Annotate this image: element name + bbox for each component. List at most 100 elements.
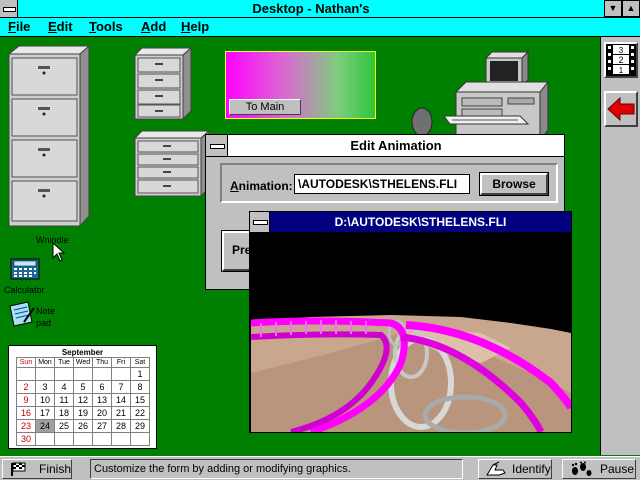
calendar-day[interactable]: 7 (111, 380, 131, 394)
status-message: Customize the form by adding or modifyin… (90, 459, 463, 479)
notepad-label-line1: Note (36, 306, 56, 316)
menu-file[interactable]: File (8, 19, 30, 34)
minimize-button[interactable]: ▼ (604, 0, 622, 17)
calendar-day[interactable]: 17 (35, 406, 55, 420)
notepad-label-line2: pad (36, 318, 52, 328)
calendar-day[interactable]: 1 (130, 367, 150, 381)
pause-label: Pause (600, 462, 635, 476)
calendar-day[interactable]: 22 (130, 406, 150, 420)
browse-button[interactable]: Browse (479, 172, 549, 196)
maximize-button[interactable]: ▲ (622, 0, 640, 17)
calendar-day-name: Mon (35, 357, 55, 368)
calendar-day[interactable]: 16 (16, 406, 36, 420)
calendar-day[interactable]: 21 (111, 406, 131, 420)
animation-label: Animation: (230, 179, 293, 193)
calendar-day[interactable]: 14 (111, 393, 131, 407)
calendar-day (16, 367, 36, 381)
svg-text:1: 1 (619, 66, 624, 75)
calendar-day[interactable]: 10 (35, 393, 55, 407)
calendar-day[interactable]: 5 (73, 380, 93, 394)
animation-player-window: D:\AUTODESK\STHELENS.FLI (249, 211, 572, 433)
calendar-day[interactable]: 25 (54, 419, 74, 433)
calendar-week: 16 17 18 19 20 21 22 (16, 406, 150, 420)
calendar-day[interactable]: 12 (73, 393, 93, 407)
right-toolbar: 3 2 1 (600, 37, 640, 455)
calendar-day[interactable]: 3 (35, 380, 55, 394)
window-title: Desktop - Nathan's (252, 1, 370, 16)
svg-text:3: 3 (619, 46, 624, 55)
calendar-day[interactable]: 20 (92, 406, 112, 420)
small-drawer-cabinet-upper[interactable] (133, 46, 193, 126)
calendar-day[interactable]: 6 (92, 380, 112, 394)
calendar-week: 30 (16, 432, 150, 446)
calendar-day[interactable]: 26 (73, 419, 93, 433)
calendar-day[interactable]: 24 (35, 419, 55, 433)
calendar-week: 2345678 (16, 380, 150, 394)
file-cabinet[interactable] (6, 44, 91, 235)
calendar-day (54, 432, 74, 446)
animation-path-input[interactable]: \AUTODESK\STHELENS.FLI (294, 174, 470, 194)
calendar-day[interactable]: 30 (16, 432, 36, 446)
calendar-day (35, 432, 55, 446)
calendar-day[interactable]: 13 (92, 393, 112, 407)
calendar-day[interactable]: 2 (16, 380, 36, 394)
status-bar: Finish Customize the form by adding or m… (0, 456, 640, 480)
gradient-panel: To Main (225, 51, 376, 119)
title-bar: Desktop - Nathan's ▼ ▲ (0, 0, 640, 18)
calendar-grid: Sun Mon Tue Wed Thu Fri Sat 1 2 3 4 5 6 7 8 9 10 11 12 13 1… (16, 357, 150, 446)
calendar-day[interactable]: 23 (16, 419, 36, 433)
calendar-day-name: Tue (54, 357, 74, 368)
calendar-day[interactable]: 11 (54, 393, 74, 407)
calendar-day[interactable]: 18 (54, 406, 74, 420)
calendar-day (54, 367, 74, 381)
menu-bar: File Edit Tools Add Help (0, 18, 640, 37)
calendar-day-name: Fri (111, 357, 131, 368)
calendar-day[interactable]: 29 (130, 419, 150, 433)
pause-button[interactable]: Pause (562, 459, 636, 479)
menu-edit[interactable]: Edit (48, 19, 73, 34)
calendar-week: 1 (16, 367, 150, 381)
identify-hand-icon (486, 461, 506, 476)
finish-label: Finish (39, 462, 72, 476)
svg-text:2: 2 (618, 55, 623, 65)
calendar-day[interactable]: 28 (111, 419, 131, 433)
player-title-bar: D:\AUTODESK\STHELENS.FLI (250, 212, 571, 232)
system-menu-button[interactable] (0, 0, 18, 17)
dialog-system-menu-button[interactable] (206, 135, 228, 156)
film-countdown-button[interactable]: 3 2 1 (604, 42, 638, 78)
calendar-day[interactable]: 19 (73, 406, 93, 420)
to-main-button[interactable]: To Main (229, 99, 301, 115)
calendar-day (73, 367, 93, 381)
animation-group: Animation: \AUTODESK\STHELENS.FLI Browse (220, 163, 558, 203)
small-drawer-cabinet-lower[interactable] (133, 129, 211, 203)
mouse-cursor-icon (52, 242, 66, 262)
finish-flag-icon (11, 462, 26, 476)
calendar-day[interactable]: 9 (16, 393, 36, 407)
calendar-month: September (61, 348, 104, 357)
menu-help[interactable]: Help (181, 19, 209, 34)
calendar-day[interactable]: 4 (54, 380, 74, 394)
player-system-menu-button[interactable] (250, 212, 270, 232)
player-title: D:\AUTODESK\STHELENS.FLI (334, 215, 507, 229)
calendar-day-name: Sat (130, 357, 150, 368)
calculator-launcher[interactable] (10, 258, 40, 283)
calendar-week: 23 24 25 26 27 28 29 (16, 419, 150, 433)
finish-button[interactable]: Finish (2, 459, 72, 479)
calendar-day (92, 367, 112, 381)
calendar-day[interactable]: 8 (130, 380, 150, 394)
notepad-launcher[interactable] (6, 300, 36, 333)
calendar-day[interactable]: 15 (130, 393, 150, 407)
notepad-icon (9, 301, 35, 327)
calendar-day (111, 432, 131, 446)
dialog-title-bar: Edit Animation (206, 135, 564, 157)
menu-add[interactable]: Add (141, 19, 166, 34)
calendar-day[interactable]: 27 (92, 419, 112, 433)
red-left-arrow-icon (607, 96, 635, 122)
back-arrow-button[interactable] (604, 91, 638, 127)
identify-button[interactable]: Identify (478, 459, 552, 479)
menu-tools[interactable]: Tools (89, 19, 123, 34)
animation-frame (251, 233, 571, 432)
drawer-cabinet-icon (133, 129, 211, 198)
calendar[interactable]: September Sun Mon Tue Wed Thu Fri Sat 12345678… (8, 345, 157, 449)
dialog-title: Edit Animation (350, 138, 442, 153)
